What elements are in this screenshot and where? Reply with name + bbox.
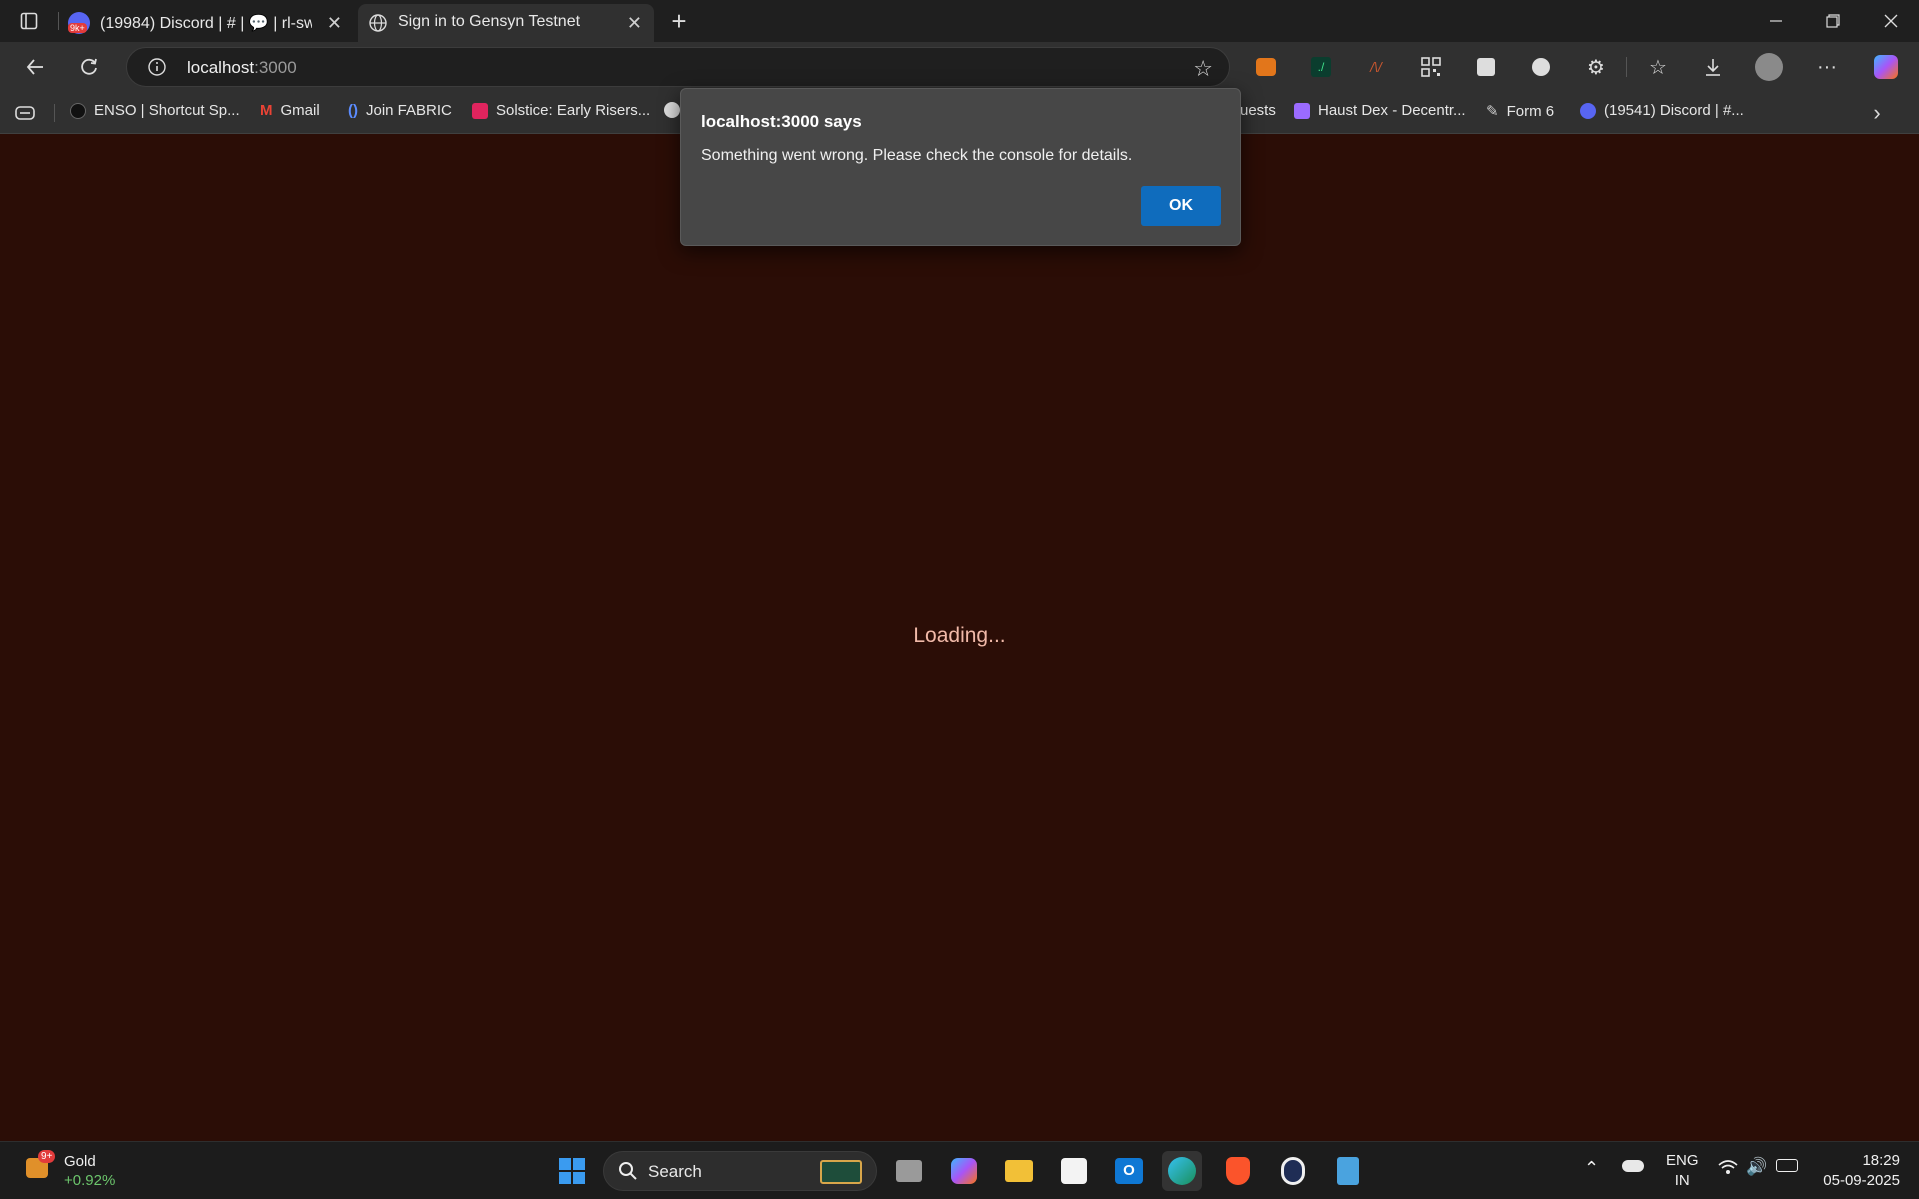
globe-icon	[368, 13, 388, 38]
volume-icon[interactable]: 🔊	[1746, 1157, 1767, 1177]
haust-icon	[1294, 102, 1310, 119]
outlook-icon[interactable]: O	[1109, 1151, 1149, 1191]
battery-icon[interactable]	[1776, 1159, 1798, 1172]
enso-icon	[70, 102, 86, 119]
weather-widget[interactable]: 9+ Gold +0.92%	[22, 1150, 132, 1192]
alert-dialog: localhost:3000 says Something went wrong…	[680, 88, 1241, 246]
globe-extension-icon[interactable]	[1526, 52, 1556, 82]
discord-icon	[1580, 102, 1596, 119]
bookmark-fabric[interactable]: () Join FABRIC	[348, 102, 452, 119]
dialog-title: localhost:3000 says	[701, 112, 862, 131]
address-bar[interactable]: localhost:3000 ☆	[126, 47, 1230, 87]
edge-browser-icon[interactable]	[1162, 1151, 1202, 1191]
search-highlight-icon	[820, 1160, 862, 1184]
store-icon[interactable]	[1054, 1151, 1094, 1191]
search-placeholder: Search	[648, 1162, 702, 1181]
copilot-icon[interactable]	[1871, 52, 1901, 82]
qr-code-icon[interactable]	[1416, 52, 1446, 82]
profile-avatar-icon[interactable]	[1754, 52, 1784, 82]
grid-extension-icon[interactable]	[1471, 52, 1501, 82]
bookmark-quests[interactable]: uests	[1240, 102, 1276, 119]
back-arrow-icon[interactable]	[20, 52, 50, 82]
bookmark-form6[interactable]: ✎ Form 6	[1486, 102, 1554, 121]
tab-discord[interactable]: 9k+ (19984) Discord | # | 💬 | rl-swar ✕	[62, 4, 354, 42]
bookmark-haust[interactable]: Haust Dex - Decentr...	[1294, 102, 1466, 119]
form-icon: ✎	[1486, 103, 1499, 120]
tab-title: Sign in to Gensyn Testnet	[398, 13, 581, 30]
onedrive-cloud-icon[interactable]	[1622, 1160, 1644, 1172]
taskbar-search[interactable]: Search	[603, 1151, 877, 1191]
tab-gensyn[interactable]: Sign in to Gensyn Testnet ✕	[358, 4, 654, 42]
chevron-right-icon[interactable]: ›	[1862, 98, 1892, 128]
clock-date: 05-09-2025	[1823, 1172, 1900, 1189]
ok-button[interactable]: OK	[1141, 186, 1221, 226]
penguin-app-icon[interactable]	[1273, 1151, 1313, 1191]
restore-icon[interactable]	[1805, 0, 1861, 42]
taskbar: 9+ Gold +0.92% Search O ⌃ ENG IN 🔊 18:29…	[0, 1141, 1919, 1199]
copilot-taskbar-icon[interactable]	[944, 1151, 984, 1191]
file-explorer-icon[interactable]	[999, 1151, 1039, 1191]
metamask-extension-icon[interactable]	[1251, 52, 1281, 82]
collections-icon[interactable]	[10, 98, 40, 128]
tab-actions-icon[interactable]	[14, 6, 44, 36]
dialog-message: Something went wrong. Please check the c…	[701, 147, 1133, 164]
bookmark-gmail[interactable]: M Gmail	[260, 102, 320, 119]
minimize-icon[interactable]	[1748, 0, 1804, 42]
url-text: localhost:3000	[187, 58, 297, 77]
search-icon	[618, 1161, 638, 1186]
loading-text: Loading...	[913, 624, 1006, 647]
solstice-icon	[472, 102, 488, 119]
new-tab-icon[interactable]: +	[664, 6, 694, 36]
downloads-icon[interactable]	[1698, 52, 1728, 82]
close-tab-icon[interactable]: ✕	[327, 13, 342, 34]
close-window-icon[interactable]	[1863, 0, 1919, 42]
favorites-icon[interactable]: ☆	[1643, 52, 1673, 82]
bookmark-enso[interactable]: ENSO | Shortcut Sp...	[70, 102, 240, 119]
wifi-icon[interactable]	[1718, 1158, 1738, 1180]
more-options-icon[interactable]: ···	[1812, 52, 1842, 82]
language-indicator[interactable]: ENG IN	[1666, 1151, 1699, 1191]
fabric-icon: ()	[348, 102, 358, 119]
tab-strip: 9k+ (19984) Discord | # | 💬 | rl-swar ✕ …	[0, 0, 1919, 42]
browser-toolbar: localhost:3000 ☆ ./ /\/ ⚙ ☆ ···	[0, 42, 1919, 92]
refresh-icon[interactable]	[74, 52, 104, 82]
tab-title: (19984) Discord | # | 💬 | rl-swar	[100, 15, 312, 32]
tab-badge: 9k+	[68, 23, 87, 33]
widget-change: +0.92%	[64, 1172, 116, 1189]
clock-time: 18:29	[1862, 1152, 1900, 1169]
widget-badge: 9+	[38, 1150, 56, 1163]
close-tab-icon[interactable]: ✕	[627, 13, 642, 34]
bookmark-solstice[interactable]: Solstice: Early Risers...	[472, 102, 650, 119]
brave-browser-icon[interactable]	[1218, 1151, 1258, 1191]
bookmark-discord[interactable]: (19541) Discord | #...	[1580, 102, 1744, 119]
show-hidden-icons-chevron-up-icon[interactable]: ⌃	[1584, 1158, 1599, 1179]
aiml-extension-icon[interactable]: /\/	[1361, 52, 1391, 82]
gmail-icon: M	[260, 102, 273, 119]
start-windows-icon[interactable]	[552, 1151, 592, 1191]
notepad-icon[interactable]	[1328, 1151, 1368, 1191]
widget-label: Gold	[64, 1153, 96, 1170]
bookmark-github[interactable]	[664, 102, 680, 118]
extensions-puzzle-icon[interactable]: ⚙	[1581, 52, 1611, 82]
terminal-extension-icon[interactable]: ./	[1306, 52, 1336, 82]
site-info-icon[interactable]	[147, 57, 167, 82]
task-view-icon[interactable]	[889, 1151, 929, 1191]
github-icon	[664, 102, 680, 118]
clock[interactable]: 18:29 05-09-2025	[1816, 1151, 1900, 1191]
favorite-star-icon[interactable]: ☆	[1193, 56, 1213, 82]
